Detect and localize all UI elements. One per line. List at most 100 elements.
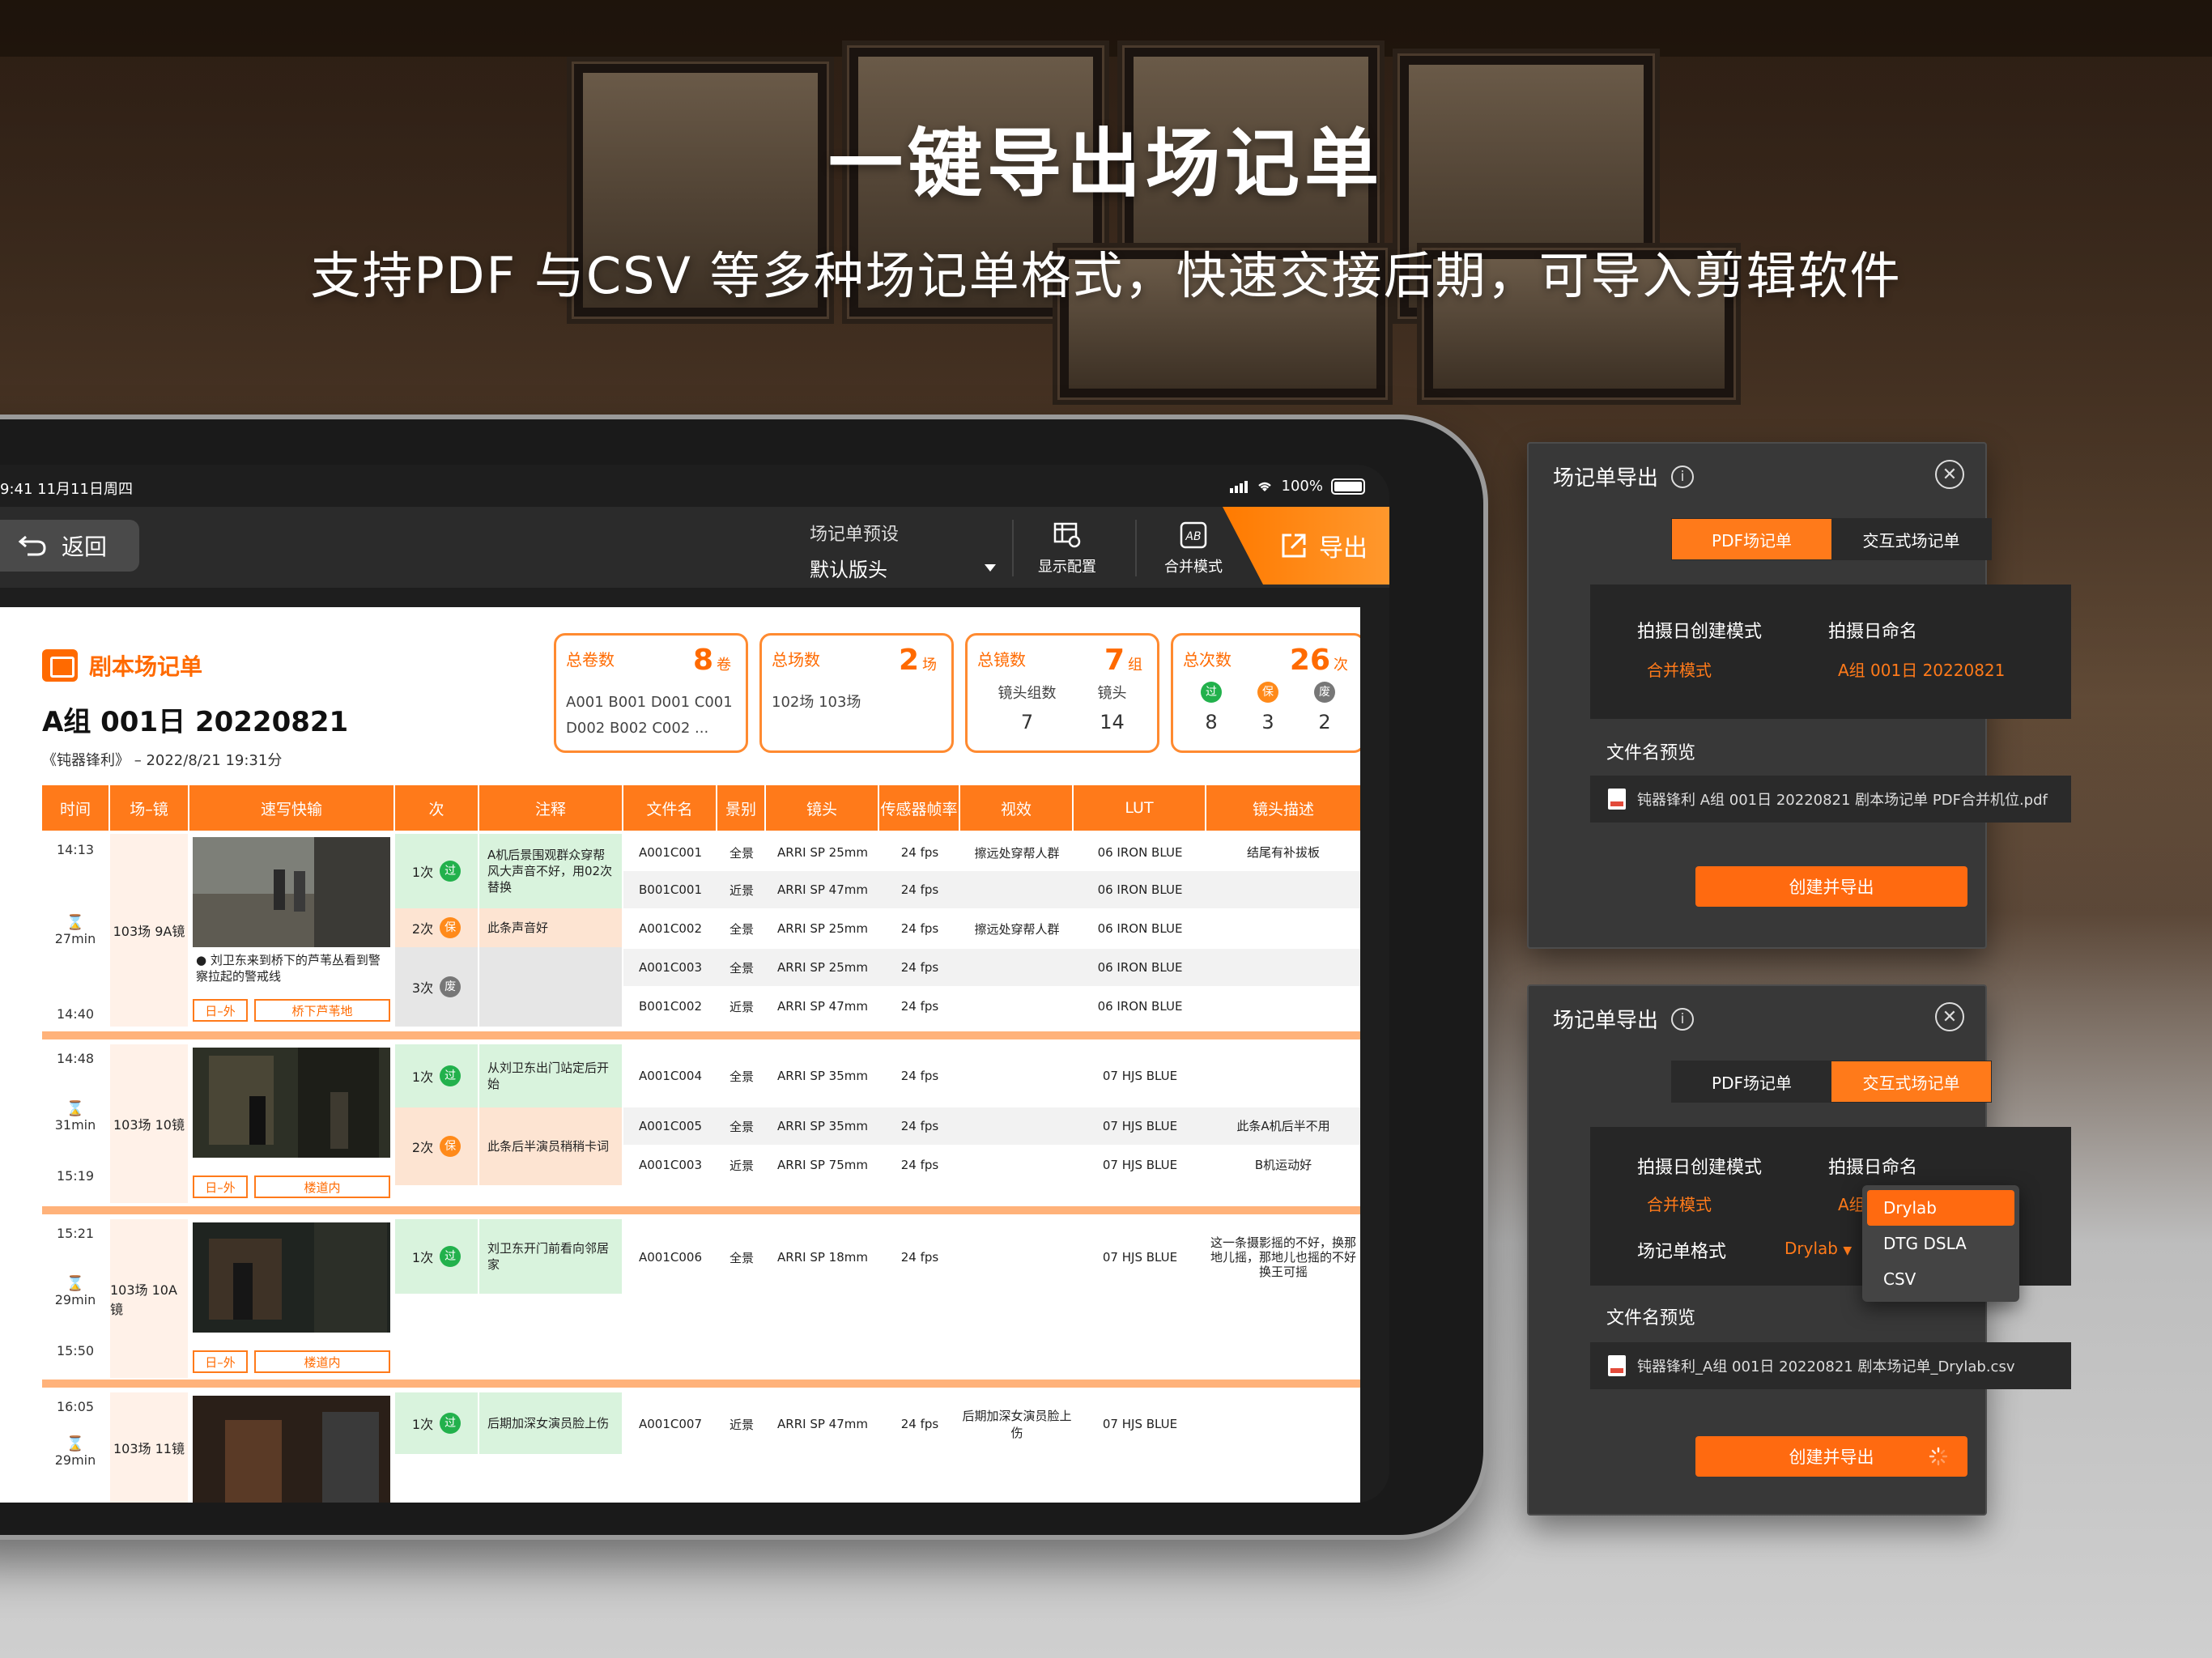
naming-value[interactable]: A组 001日 20220821: [1838, 657, 2005, 681]
tab-interactive[interactable]: 交互式场记单: [1831, 519, 1991, 559]
preset-value: 默认版头: [810, 559, 887, 581]
daytime-tag[interactable]: 日–外: [193, 999, 248, 1022]
take-cell[interactable]: 1次过: [395, 834, 478, 908]
format-option[interactable]: CSV: [1867, 1261, 2014, 1297]
thumbnail[interactable]: [193, 1396, 390, 1503]
headline: 一键导出场记单: [827, 121, 1384, 207]
shot-size: 全景: [729, 1119, 754, 1134]
report-sheet: 剧本场记单 A组 001日 20220821 《钝器锋利》 – 2022/8/2…: [0, 607, 1360, 1503]
preset-select[interactable]: 场记单预设 默认版头: [810, 520, 996, 582]
create-export-button[interactable]: 创建并导出: [1695, 866, 1967, 907]
location-tag[interactable]: 楼道内: [254, 1350, 390, 1373]
format-value: Drylab: [1784, 1239, 1838, 1258]
pass-badge: 过: [440, 1413, 462, 1434]
fps: 24 fps: [900, 882, 939, 897]
shot-size: 全景: [729, 921, 754, 937]
stat-detail: A001 B001 D001 C001: [566, 694, 733, 711]
take-cell[interactable]: 2次保: [395, 908, 478, 947]
lut: 07 HJS BLUE: [1102, 1158, 1178, 1172]
thumbnail[interactable]: [193, 837, 390, 947]
fps: 24 fps: [900, 1417, 939, 1431]
tab-interactive[interactable]: 交互式场记单: [1831, 1061, 1991, 1102]
ng-badge: 废: [1314, 682, 1335, 703]
create-export-label: 创建并导出: [1789, 1448, 1874, 1467]
lut: 07 HJS BLUE: [1102, 1069, 1178, 1083]
table-row[interactable]: A001C001 全景 ARRI SP 25mm 24 fps 擦远处穿帮人群 06 IR…: [623, 834, 1360, 871]
shot-group[interactable]: 16:05 ⌛ 29min 103场 11镜 1次过 后期加深女演员脸上伤 A0…: [42, 1392, 1360, 1503]
format-option[interactable]: Drylab: [1867, 1190, 2014, 1226]
take-cell[interactable]: 3次废: [395, 947, 478, 1027]
close-icon[interactable]: ✕: [1935, 1002, 1964, 1031]
lens: ARRI SP 47mm: [777, 882, 868, 897]
start-time: 16:05: [56, 1399, 95, 1414]
panel-title: 场记单导出: [1553, 1009, 1659, 1033]
table-row[interactable]: A001C003 全景 ARRI SP 25mm 24 fps 06 IRON BLUE: [623, 949, 1360, 986]
mode-value[interactable]: 合并模式: [1647, 657, 1712, 681]
shot-group[interactable]: 14:13 ⌛ 27min 14:40 103场 9A镜 ● 刘卫东来到桥下的芦…: [42, 834, 1360, 1027]
duration: 29min: [54, 1292, 96, 1307]
table-row[interactable]: A001C005 全景 ARRI SP 35mm 24 fps 07 HJS BLUE 此…: [623, 1107, 1360, 1145]
info-icon[interactable]: i: [1671, 1007, 1695, 1031]
shot-group[interactable]: 14:48 ⌛ 31min 15:19 103场 10镜 日–外 楼道内 1次过…: [42, 1044, 1360, 1203]
keep-badge: 保: [440, 1136, 462, 1157]
display-config-button[interactable]: 显示配置: [1027, 521, 1108, 576]
tab-pdf[interactable]: PDF场记单: [1672, 1061, 1831, 1102]
take-label: 2次: [411, 921, 434, 937]
take-cell[interactable]: 1次过: [395, 1219, 478, 1294]
format-option[interactable]: DTG DSLA: [1867, 1226, 2014, 1261]
shot-group[interactable]: 15:21 ⌛ 29min 15:50 103场 10A镜 日–外 楼道内 1次…: [42, 1219, 1360, 1378]
thumbnail[interactable]: [193, 1048, 390, 1158]
lut: 06 IRON BLUE: [1097, 921, 1183, 936]
sketch-cell: 日–外 楼道内: [189, 1044, 393, 1203]
table-row[interactable]: A001C006 全景 ARRI SP 18mm 24 fps 07 HJS BLUE 这…: [623, 1235, 1360, 1279]
stat-number: 8: [692, 644, 713, 677]
format-select[interactable]: Drylab ▼: [1784, 1239, 1852, 1258]
tab-pdf[interactable]: PDF场记单: [1672, 519, 1831, 559]
merge-mode-button[interactable]: AB 合并模式: [1153, 521, 1234, 576]
shot-desc: B机运动好: [1254, 1158, 1312, 1172]
create-export-button[interactable]: 创建并导出: [1695, 1436, 1967, 1477]
close-icon[interactable]: ✕: [1935, 460, 1964, 489]
settings-box: 拍摄日创建模式 合并模式 拍摄日命名 A组 001 场记单格式 Drylab ▼…: [1590, 1127, 2071, 1302]
location-tag[interactable]: 楼道内: [254, 1175, 390, 1198]
take-cell[interactable]: 1次过: [395, 1044, 478, 1107]
export-button[interactable]: 导出: [1223, 507, 1389, 585]
table-row[interactable]: A001C003 近景 ARRI SP 75mm 24 fps 07 HJS BLUE B…: [623, 1146, 1360, 1184]
daytime-tag[interactable]: 日–外: [193, 1350, 248, 1373]
lut: 07 HJS BLUE: [1102, 1250, 1178, 1265]
column-header: LUT: [1074, 785, 1206, 831]
format-label: 场记单格式: [1637, 1242, 1727, 1262]
hourglass-icon: ⌛: [66, 1275, 85, 1292]
mode-value[interactable]: 合并模式: [1647, 1192, 1712, 1215]
back-label: 返回: [62, 534, 108, 560]
stat-detail: D002 B002 C002 ...: [566, 720, 709, 737]
group-divider: [42, 1031, 1360, 1039]
pdf-file-icon: [1608, 789, 1626, 810]
file-name: A001C005: [639, 1119, 702, 1133]
stat-shots: 总镜数 7组 镜头组数 7 镜头 14: [965, 633, 1159, 753]
column-header: 场–镜: [110, 785, 189, 831]
column-header: 镜头: [766, 785, 879, 831]
thumbnail[interactable]: [193, 1222, 390, 1333]
table-row[interactable]: A001C002 全景 ARRI SP 25mm 24 fps 擦远处穿帮人群 06 IR…: [623, 910, 1360, 947]
loading-spinner-icon: [1929, 1447, 1948, 1466]
table-row[interactable]: A001C007 近景 ARRI SP 47mm 24 fps 后期加深女演员脸上伤 07…: [623, 1404, 1360, 1444]
scene-shot-cell: 103场 9A镜: [110, 834, 188, 1027]
lens: ARRI SP 18mm: [777, 1250, 868, 1265]
location-tag[interactable]: 桥下芦苇地: [254, 999, 390, 1022]
fps: 24 fps: [900, 1158, 939, 1172]
tablet-screen: 9:41 11月11日周四 100% 返回 场记单预设 默认版头 显示配置 AB…: [0, 465, 1389, 1503]
info-icon[interactable]: i: [1671, 465, 1695, 488]
fps: 24 fps: [900, 1119, 939, 1133]
daytime-tag[interactable]: 日–外: [193, 1175, 248, 1198]
back-button[interactable]: 返回: [0, 520, 139, 572]
table-row[interactable]: B001C002 近景 ARRI SP 47mm 24 fps 06 IRON BLUE: [623, 988, 1360, 1025]
take-cell[interactable]: 1次过: [395, 1392, 478, 1454]
ab-merge-icon: AB: [1180, 521, 1207, 549]
table-row[interactable]: B001C001 近景 ARRI SP 47mm 24 fps 06 IRON BLUE: [623, 871, 1360, 908]
lut: 06 IRON BLUE: [1097, 882, 1183, 897]
battery-icon: [1331, 478, 1365, 495]
take-cell[interactable]: 2次保: [395, 1107, 478, 1185]
table-row[interactable]: A001C004 全景 ARRI SP 35mm 24 fps 07 HJS BLUE: [623, 1057, 1360, 1095]
svg-text:AB: AB: [1185, 530, 1201, 543]
